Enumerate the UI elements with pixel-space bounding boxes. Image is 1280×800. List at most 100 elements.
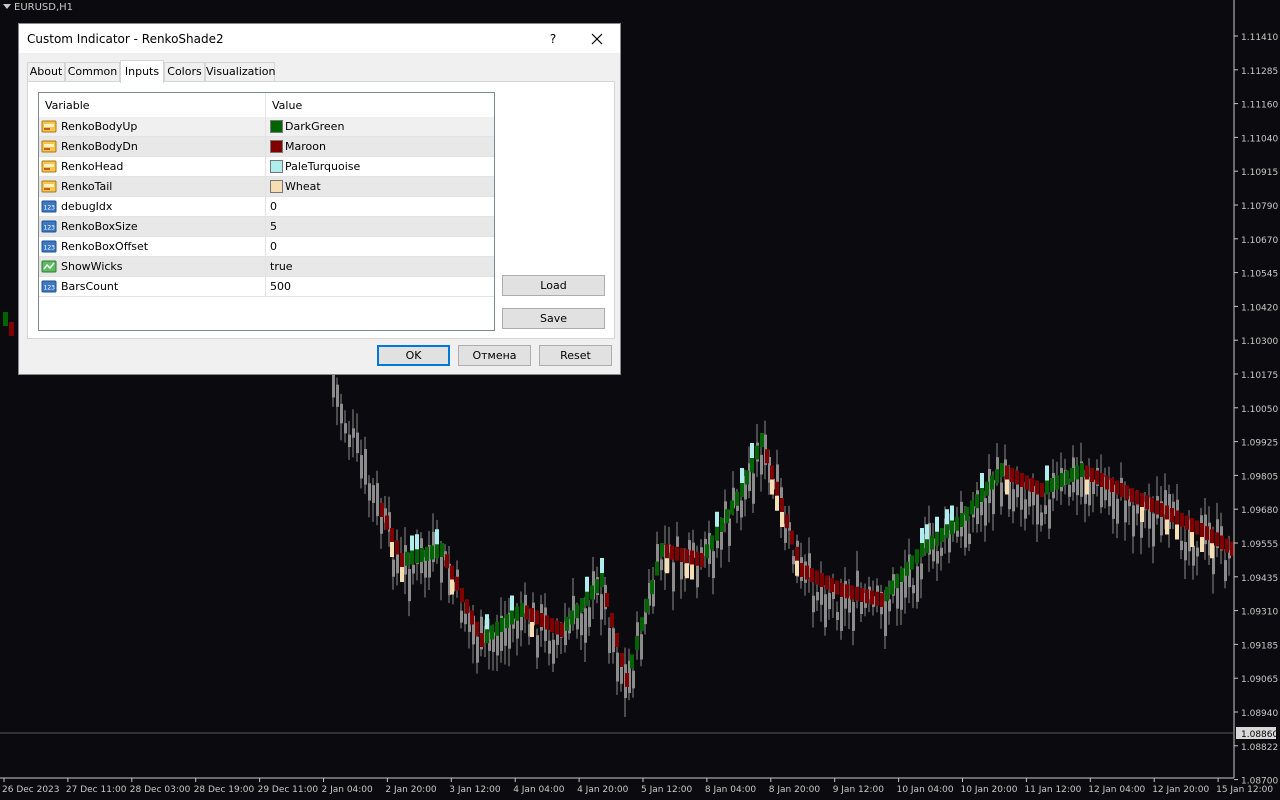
candle-body bbox=[920, 563, 923, 580]
grid-row[interactable]: RenkoHead PaleTurquoise bbox=[39, 157, 494, 177]
grid-header: Variable Value bbox=[39, 93, 494, 117]
grid-row[interactable]: RenkoBodyUp DarkGreen bbox=[39, 117, 494, 137]
renko-brick bbox=[905, 561, 909, 576]
reset-button[interactable]: Reset bbox=[539, 345, 612, 366]
candle-body bbox=[612, 628, 615, 653]
candle-body bbox=[332, 373, 335, 398]
svg-text:123: 123 bbox=[44, 285, 56, 292]
grid-row[interactable]: 123 BarsCount 500 bbox=[39, 277, 494, 297]
renko-brick bbox=[1045, 480, 1049, 495]
variable-value[interactable]: Wheat bbox=[285, 180, 321, 193]
candle-body bbox=[1152, 513, 1155, 547]
candle-body bbox=[1132, 505, 1135, 537]
price-tick-label: 1.11160 bbox=[1241, 101, 1278, 111]
candle-body bbox=[496, 633, 499, 656]
renko-brick bbox=[1050, 478, 1054, 492]
inputs-grid[interactable]: Variable Value RenkoBodyUp DarkGreen Ren… bbox=[38, 92, 495, 331]
renko-head bbox=[600, 558, 604, 573]
candle-body bbox=[336, 384, 339, 407]
renko-brick bbox=[475, 621, 479, 636]
chart-symbol-label[interactable]: EURUSD,H1 bbox=[3, 2, 73, 13]
column-divider bbox=[265, 257, 266, 277]
renko-head bbox=[945, 509, 949, 525]
renko-brick bbox=[3, 312, 8, 326]
candle-body bbox=[1024, 499, 1027, 519]
candle-body bbox=[364, 449, 367, 485]
renko-brick bbox=[1150, 498, 1154, 512]
renko-tail bbox=[775, 495, 779, 511]
tab-inputs[interactable]: Inputs bbox=[120, 60, 164, 83]
candle-body bbox=[1196, 547, 1199, 557]
color-param-icon bbox=[41, 180, 57, 193]
close-button[interactable] bbox=[584, 27, 610, 51]
renko-brick bbox=[830, 578, 834, 592]
tab-colors[interactable]: Colors bbox=[164, 62, 205, 81]
candle-body bbox=[1180, 540, 1183, 551]
save-button[interactable]: Save bbox=[502, 308, 605, 329]
variable-value[interactable]: 5 bbox=[270, 220, 277, 233]
help-button[interactable]: ? bbox=[542, 28, 564, 50]
grid-row[interactable]: RenkoTail Wheat bbox=[39, 177, 494, 197]
column-header-value[interactable]: Value bbox=[272, 99, 302, 112]
column-divider bbox=[265, 197, 266, 217]
renko-brick bbox=[595, 579, 599, 594]
candle-body bbox=[476, 636, 479, 663]
renko-tail bbox=[1165, 519, 1169, 535]
renko-tail bbox=[1190, 532, 1194, 547]
renko-brick bbox=[600, 573, 604, 587]
candle-body bbox=[376, 483, 379, 516]
renko-tail bbox=[1085, 479, 1089, 495]
cancel-button[interactable]: Отмена bbox=[458, 345, 531, 366]
price-tick-label: 1.10050 bbox=[1241, 405, 1278, 415]
renko-tail bbox=[530, 622, 534, 637]
renko-brick bbox=[1000, 463, 1004, 477]
variable-value[interactable]: DarkGreen bbox=[285, 120, 344, 133]
variable-value[interactable]: PaleTurquoise bbox=[285, 160, 360, 173]
grid-row[interactable]: RenkoBodyDn Maroon bbox=[39, 137, 494, 157]
renko-brick bbox=[1175, 510, 1179, 525]
variable-value[interactable]: 0 bbox=[270, 240, 277, 253]
renko-brick bbox=[530, 608, 534, 622]
renko-tail bbox=[1005, 479, 1009, 495]
time-tick-label: 4 Jan 20:00 bbox=[577, 785, 629, 795]
svg-text:123: 123 bbox=[44, 245, 56, 252]
grid-row[interactable]: 123 RenkoBoxOffset 0 bbox=[39, 237, 494, 257]
renko-brick bbox=[380, 503, 384, 517]
time-tick-label: 12 Jan 04:00 bbox=[1088, 785, 1145, 795]
renko-tail bbox=[1140, 507, 1144, 522]
color-swatch bbox=[270, 120, 283, 133]
variable-value[interactable]: 500 bbox=[270, 280, 291, 293]
renko-brick bbox=[940, 528, 944, 542]
renko-brick bbox=[470, 610, 474, 625]
renko-brick bbox=[435, 544, 439, 559]
column-header-variable[interactable]: Variable bbox=[45, 99, 90, 112]
renko-head bbox=[415, 534, 419, 550]
grid-row[interactable]: 123 RenkoBoxSize 5 bbox=[39, 217, 494, 237]
load-button[interactable]: Load bbox=[502, 275, 605, 296]
candle-body bbox=[916, 566, 919, 602]
candle-body bbox=[824, 594, 827, 628]
variable-value[interactable]: Maroon bbox=[285, 140, 326, 153]
tab-common[interactable]: Common bbox=[65, 62, 120, 81]
grid-row[interactable]: ShowWicks true bbox=[39, 257, 494, 277]
variable-value[interactable]: true bbox=[270, 260, 293, 273]
price-tick-label: 1.10790 bbox=[1241, 202, 1278, 212]
candle-body bbox=[828, 592, 831, 610]
renko-brick bbox=[1085, 465, 1089, 480]
price-tick-label: 1.09805 bbox=[1241, 472, 1278, 482]
grid-row[interactable]: 123 debugIdx 0 bbox=[39, 197, 494, 217]
tab-about[interactable]: About bbox=[27, 62, 65, 81]
candle-body bbox=[368, 483, 371, 501]
renko-brick bbox=[550, 618, 554, 632]
candle-body bbox=[968, 533, 971, 545]
ok-button[interactable]: OK bbox=[377, 345, 450, 366]
renko-brick bbox=[780, 498, 784, 512]
dialog-titlebar[interactable]: Custom Indicator - RenkoShade2 ? bbox=[19, 24, 620, 53]
renko-brick bbox=[610, 613, 614, 627]
candle-body bbox=[360, 455, 363, 479]
column-divider bbox=[265, 137, 266, 157]
renko-brick bbox=[1060, 473, 1064, 487]
tab-visualization[interactable]: Visualization bbox=[205, 62, 275, 81]
column-divider bbox=[265, 177, 266, 197]
variable-value[interactable]: 0 bbox=[270, 200, 277, 213]
